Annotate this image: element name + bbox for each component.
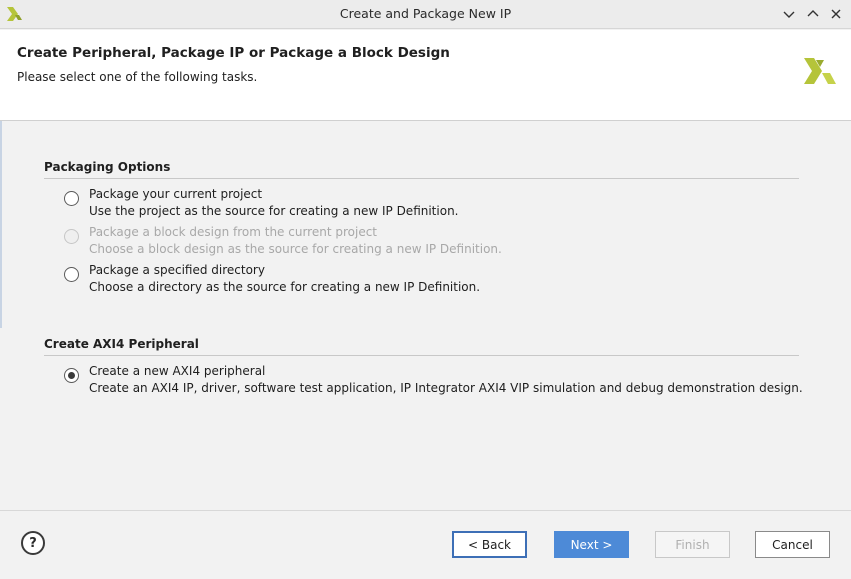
radio-package-specified-directory[interactable]: [64, 267, 79, 282]
minimize-button[interactable]: [780, 5, 798, 23]
option-label: Create a new AXI4 peripheral: [89, 364, 266, 378]
footer-divider: [0, 510, 851, 511]
help-icon: ?: [29, 535, 37, 551]
option-label: Package a specified directory: [89, 263, 265, 277]
option-description: Choose a directory as the source for cre…: [89, 280, 481, 294]
cancel-button[interactable]: Cancel: [755, 531, 830, 558]
next-button[interactable]: Next >: [554, 531, 629, 558]
packaging-options-heading: Packaging Options: [44, 160, 171, 174]
wizard-header: Create Peripheral, Package IP or Package…: [0, 30, 851, 121]
option-description: Choose a block design as the source for …: [89, 242, 502, 256]
close-icon: [831, 9, 841, 19]
axi4-peripheral-divider: [44, 355, 799, 356]
chevron-up-icon: [807, 10, 819, 17]
option-description: Create an AXI4 IP, driver, software test…: [89, 381, 803, 395]
chevron-down-icon: [783, 11, 795, 18]
radio-create-axi4-peripheral[interactable]: [64, 368, 79, 383]
close-button[interactable]: [827, 5, 845, 23]
option-description: Use the project as the source for creati…: [89, 204, 459, 218]
option-package-block-design: Package a block design from the current …: [63, 225, 803, 261]
finish-button: Finish: [655, 531, 730, 558]
window-title: Create and Package New IP: [339, 6, 512, 21]
option-label: Package a block design from the current …: [89, 225, 377, 239]
option-create-axi4-peripheral[interactable]: Create a new AXI4 peripheral Create an A…: [63, 364, 803, 400]
axi4-peripheral-heading: Create AXI4 Peripheral: [44, 337, 199, 351]
help-button[interactable]: ?: [21, 531, 45, 555]
radio-package-block-design: [64, 229, 79, 244]
side-accent-divider: [0, 121, 2, 328]
radio-package-current-project[interactable]: [64, 191, 79, 206]
maximize-button[interactable]: [804, 5, 822, 23]
packaging-options-divider: [44, 178, 799, 179]
option-label: Package your current project: [89, 187, 263, 201]
option-package-specified-directory[interactable]: Package a specified directory Choose a d…: [63, 263, 803, 299]
window-titlebar: Create and Package New IP: [0, 0, 851, 29]
page-title: Create Peripheral, Package IP or Package…: [17, 45, 450, 61]
brand-logo-icon: [804, 58, 836, 84]
back-button[interactable]: < Back: [452, 531, 527, 558]
page-subtitle: Please select one of the following tasks…: [17, 70, 258, 84]
option-package-current-project[interactable]: Package your current project Use the pro…: [63, 187, 803, 223]
